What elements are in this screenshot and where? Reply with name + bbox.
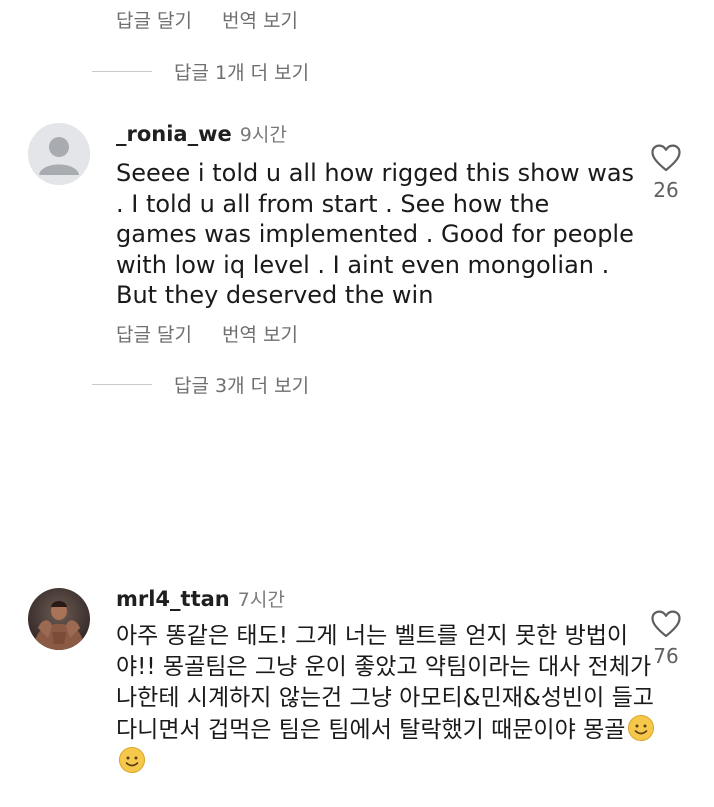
like-count: 76 xyxy=(653,644,679,668)
comment-header: _ronia_we 9시간 xyxy=(116,120,287,147)
view-more-replies-label: 답글 3개 더 보기 xyxy=(174,375,310,397)
translate-button[interactable]: 번역 보기 xyxy=(222,320,298,347)
smiling-face-emoji xyxy=(628,715,655,741)
view-more-replies-label: 답글 1개 더 보기 xyxy=(174,62,310,84)
username[interactable]: _ronia_we xyxy=(116,122,232,146)
like-button[interactable]: 76 xyxy=(648,610,684,668)
username[interactable]: mrl4_ttan xyxy=(116,587,230,611)
reply-button[interactable]: 답글 달기 xyxy=(116,6,192,33)
avatar[interactable] xyxy=(28,123,90,185)
heart-outline-icon xyxy=(651,144,681,172)
comment-text-content: 아주 똥같은 태도! 그게 너는 벨트를 얻지 못한 방법이야!! 몽골팀은 그… xyxy=(116,623,654,743)
user-avatar-image xyxy=(28,588,90,650)
divider-line xyxy=(92,71,152,72)
comment-actions-top: 답글 달기 번역 보기 xyxy=(116,6,298,33)
avatar[interactable] xyxy=(28,588,90,650)
like-count: 26 xyxy=(653,178,679,202)
default-avatar-icon xyxy=(28,123,90,185)
comment-actions: 답글 달기 번역 보기 xyxy=(116,320,298,347)
view-more-replies-button[interactable]: 답글 1개 더 보기 xyxy=(92,58,309,85)
view-more-replies-button[interactable]: 답글 3개 더 보기 xyxy=(92,371,309,398)
like-button[interactable]: 26 xyxy=(648,144,684,202)
comment-text: 아주 똥같은 태도! 그게 너는 벨트를 얻지 못한 방법이야!! 몽골팀은 그… xyxy=(116,621,656,778)
divider-line xyxy=(92,384,152,385)
translate-button[interactable]: 번역 보기 xyxy=(222,6,298,33)
comment-text: Seeee i told u all how rigged this show … xyxy=(116,159,635,309)
heart-outline-icon xyxy=(651,610,681,638)
comment-header: mrl4_ttan 7시간 xyxy=(116,585,285,612)
timestamp: 9시간 xyxy=(239,124,287,146)
smiling-face-emoji xyxy=(119,747,145,773)
timestamp: 7시간 xyxy=(237,589,285,611)
reply-button[interactable]: 답글 달기 xyxy=(116,320,192,347)
